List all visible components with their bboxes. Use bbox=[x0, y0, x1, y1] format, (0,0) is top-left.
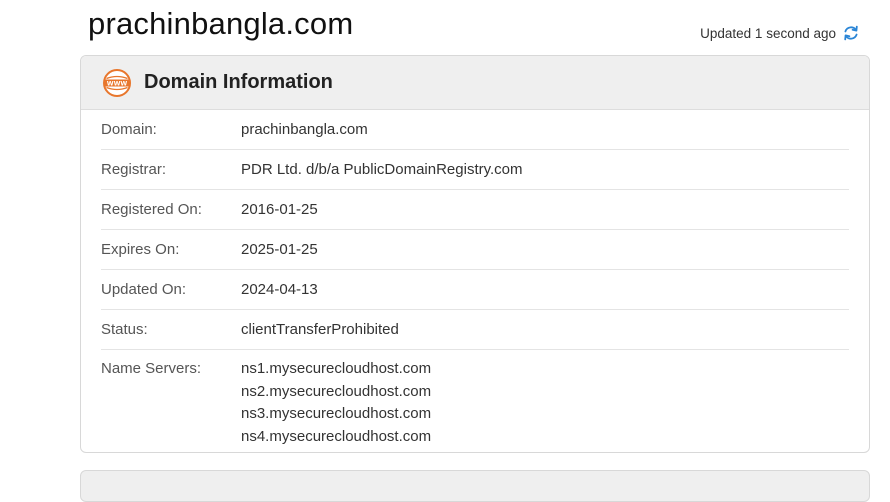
field-value: 2024-04-13 bbox=[241, 281, 318, 298]
domain-info-rows: Domain: prachinbangla.com Registrar: PDR… bbox=[81, 110, 869, 448]
field-label: Status: bbox=[101, 321, 148, 338]
field-label: Expires On: bbox=[101, 241, 180, 258]
row-expires-on: Expires On: 2025-01-25 bbox=[101, 230, 849, 270]
field-value: 2025-01-25 bbox=[241, 241, 318, 258]
name-server-list: ns1.mysecurecloudhost.com ns2.mysecurecl… bbox=[241, 358, 431, 448]
row-registered-on: Registered On: 2016-01-25 bbox=[101, 190, 849, 230]
update-status: Updated 1 second ago bbox=[700, 24, 860, 42]
row-name-servers: Name Servers: ns1.mysecurecloudhost.com … bbox=[101, 350, 849, 448]
field-label: Name Servers: bbox=[101, 360, 202, 377]
name-server: ns1.mysecurecloudhost.com bbox=[241, 360, 432, 377]
name-server: ns3.mysecurecloudhost.com bbox=[241, 405, 432, 422]
card-title: Domain Information bbox=[144, 71, 333, 93]
field-label: Registrar: bbox=[101, 161, 167, 178]
field-value: 2016-01-25 bbox=[241, 201, 318, 218]
row-updated-on: Updated On: 2024-04-13 bbox=[101, 270, 849, 310]
field-label: Domain: bbox=[101, 121, 157, 138]
name-server: ns4.mysecurecloudhost.com bbox=[241, 427, 432, 445]
www-icon: WWW bbox=[102, 68, 132, 98]
next-section-card bbox=[80, 470, 870, 502]
svg-text:WWW: WWW bbox=[107, 80, 128, 87]
field-value: PDR Ltd. d/b/a PublicDomainRegistry.com bbox=[241, 161, 523, 178]
row-status: Status: clientTransferProhibited bbox=[101, 310, 849, 350]
name-server: ns2.mysecurecloudhost.com bbox=[241, 382, 432, 400]
field-label: Registered On: bbox=[101, 201, 202, 218]
page-title: prachinbangla.com bbox=[88, 6, 354, 41]
row-registrar: Registrar: PDR Ltd. d/b/a PublicDomainRe… bbox=[101, 150, 849, 190]
field-value: prachinbangla.com bbox=[241, 121, 368, 138]
field-label: Updated On: bbox=[101, 281, 187, 298]
field-value: clientTransferProhibited bbox=[241, 321, 399, 338]
domain-info-header: WWW Domain Information bbox=[81, 56, 869, 110]
refresh-icon[interactable] bbox=[842, 24, 860, 42]
row-domain: Domain: prachinbangla.com bbox=[101, 110, 849, 150]
domain-info-card: WWW Domain Information Domain: prachinba… bbox=[80, 55, 870, 453]
updated-text: Updated 1 second ago bbox=[700, 25, 836, 41]
